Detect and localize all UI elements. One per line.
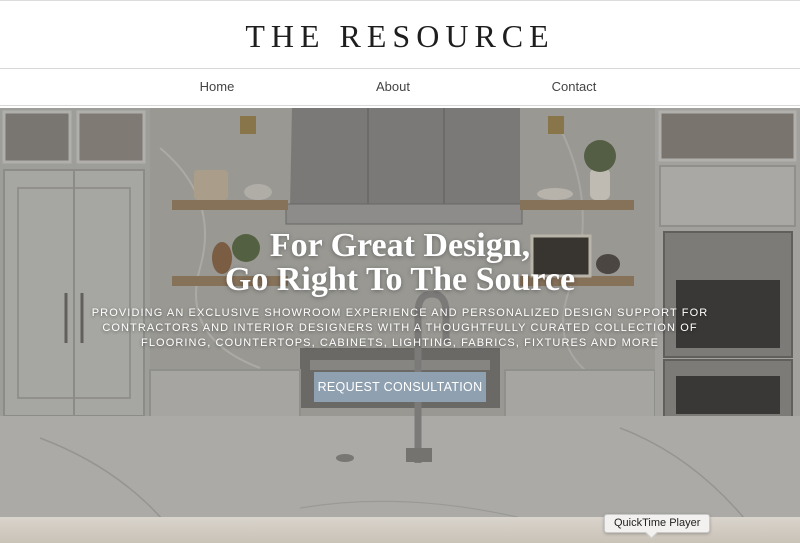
nav-home-link[interactable]: Home — [200, 79, 235, 94]
hero-section: For Great Design, Go Right To The Source… — [0, 108, 800, 543]
quicktime-player-tooltip: QuickTime Player — [604, 514, 711, 533]
request-consultation-button[interactable]: REQUEST CONSULTATION — [314, 372, 486, 402]
main-nav: Home About Contact — [0, 68, 800, 106]
nav-contact-link[interactable]: Contact — [552, 79, 597, 94]
hero-subtext: Providing an exclusive showroom experien… — [91, 307, 709, 349]
hero-headline-line2: Go Right To The Source — [224, 261, 576, 298]
site-header: THE RESOURCE — [0, 0, 800, 68]
hero-headline-line1: For Great Design, — [269, 227, 531, 264]
nav-about-link[interactable]: About — [376, 79, 410, 94]
site-logo[interactable]: THE RESOURCE — [245, 18, 554, 55]
